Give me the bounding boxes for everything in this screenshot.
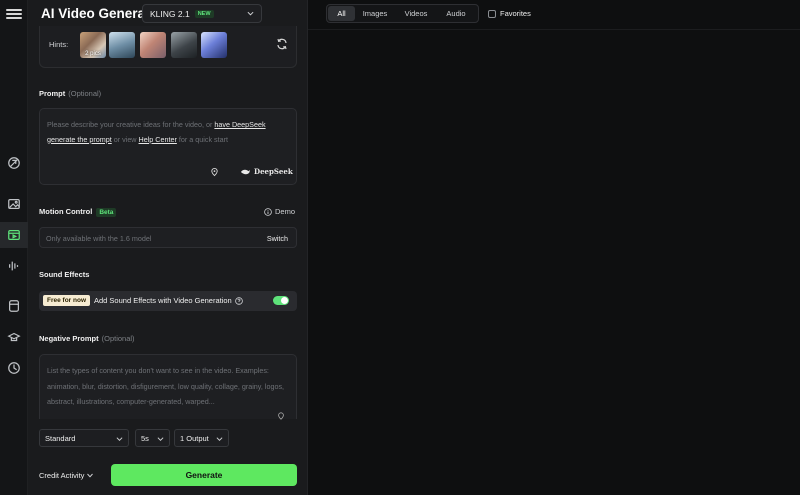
help-icon[interactable] <box>234 296 243 305</box>
info-icon <box>264 207 272 216</box>
optional-tag: (Optional) <box>68 89 102 98</box>
motion-control-label: Motion Control Beta <box>39 207 117 217</box>
free-badge: Free for now <box>43 295 91 306</box>
sound-effects-text: Add Sound Effects with Video Generation <box>94 296 243 305</box>
tab-all[interactable]: All <box>328 6 355 21</box>
hints-box: Hints: 2 pics <box>39 26 297 68</box>
pin-icon[interactable] <box>210 167 219 177</box>
favorites-label: Favorites <box>500 9 531 18</box>
credit-activity-button[interactable]: Credit Activity <box>39 471 94 480</box>
beta-badge: Beta <box>96 208 117 217</box>
pin-icon[interactable] <box>277 412 285 420</box>
prompt-input[interactable]: Please describe your creative ideas for … <box>39 108 297 185</box>
gallery-area: All Images Videos Audio Favorites <box>308 0 800 495</box>
help-center-link[interactable]: Help Center <box>139 135 177 144</box>
chevron-down-icon <box>87 473 94 478</box>
hint-thumbnail[interactable] <box>171 32 197 58</box>
new-badge: NEW <box>194 9 214 18</box>
model-selector[interactable]: KLING 2.1 NEW <box>142 4 262 23</box>
hint-thumbnail[interactable] <box>109 32 135 58</box>
negative-prompt-input[interactable]: List the types of content you don't want… <box>39 354 297 420</box>
icon-rail <box>0 0 28 495</box>
hint-thumbnail[interactable] <box>140 32 166 58</box>
filter-tabs: All Images Videos Audio <box>326 4 479 23</box>
refresh-icon[interactable] <box>276 38 288 50</box>
chevron-down-icon <box>216 437 223 441</box>
favorites-filter[interactable]: Favorites <box>488 9 531 18</box>
deepseek-button[interactable]: DeepSeek <box>240 167 293 176</box>
tab-videos[interactable]: Videos <box>395 6 437 21</box>
favorites-checkbox[interactable] <box>488 9 496 18</box>
sound-effects-label: Sound Effects <box>39 270 90 279</box>
chevron-down-icon <box>157 437 164 441</box>
tab-images[interactable]: Images <box>355 6 395 21</box>
demo-button[interactable]: Demo <box>264 207 295 216</box>
motion-control-note: Only available with the 1.6 model <box>46 234 152 243</box>
history-icon[interactable] <box>0 355 28 381</box>
tutorial-icon[interactable] <box>0 324 28 350</box>
duration-select[interactable]: 5s <box>135 429 170 447</box>
mode-select[interactable]: Standard <box>39 429 129 447</box>
tab-audio[interactable]: Audio <box>437 6 475 21</box>
assets-icon[interactable] <box>0 293 28 319</box>
negative-prompt-placeholder: List the types of content you don't want… <box>47 366 285 406</box>
video-generation-icon[interactable] <box>0 222 28 248</box>
audio-generation-icon[interactable] <box>0 253 28 279</box>
hints-label: Hints: <box>49 40 69 49</box>
creation-panel: AI Video Generator KLING 2.1 NEW Hints: … <box>28 0 308 495</box>
toggle-knob <box>281 297 288 304</box>
divider <box>308 29 800 30</box>
optional-tag: (Optional) <box>101 334 135 343</box>
explore-icon[interactable] <box>0 150 28 176</box>
negative-prompt-label: Negative Prompt (Optional) <box>39 334 135 343</box>
chevron-down-icon <box>116 437 123 441</box>
sound-effects-row: Free for now Add Sound Effects with Vide… <box>39 291 297 311</box>
hint-thumbnail-label: 2 pics <box>85 51 101 57</box>
prompt-label: Prompt (Optional) <box>39 89 102 98</box>
switch-button[interactable]: Switch <box>267 234 288 243</box>
generate-button[interactable]: Generate <box>111 464 297 486</box>
hint-thumbnail[interactable]: 2 pics <box>80 32 106 58</box>
hint-thumbnail[interactable] <box>201 32 227 58</box>
image-generation-icon[interactable] <box>0 191 28 217</box>
menu-icon[interactable] <box>6 7 22 21</box>
chevron-down-icon <box>247 11 254 16</box>
output-count-select[interactable]: 1 Output <box>174 429 229 447</box>
sound-effects-toggle[interactable] <box>273 296 289 305</box>
prompt-placeholder: Please describe your creative ideas for … <box>47 120 266 144</box>
motion-control-field: Only available with the 1.6 model Switch <box>39 227 297 248</box>
deepseek-icon <box>240 169 251 174</box>
model-name: KLING 2.1 <box>150 8 190 19</box>
